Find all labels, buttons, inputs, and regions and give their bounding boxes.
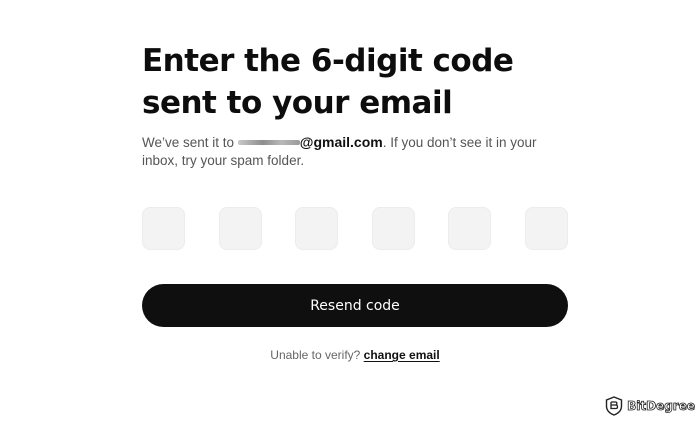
email-domain: @gmail.com [299, 134, 383, 150]
watermark-brand: BitDegree [627, 399, 696, 414]
code-digit-2[interactable] [218, 207, 262, 250]
page-title-line1: Enter the 6-digit code [142, 43, 514, 79]
code-digit-3[interactable] [295, 207, 339, 250]
redacted-email-username [237, 139, 300, 145]
bitdegree-watermark: BitDegree [605, 396, 695, 416]
page-title: Enter the 6-digit code sent to your emai… [142, 40, 568, 124]
resend-code-button[interactable]: Resend code [142, 284, 568, 327]
page-title-line2: sent to your email [142, 85, 453, 121]
code-input-group [142, 207, 568, 250]
change-email-link[interactable]: change email [364, 348, 440, 362]
unable-to-verify-text: Unable to verify? change email [142, 348, 568, 362]
verification-panel: Enter the 6-digit code sent to your emai… [142, 40, 568, 362]
instructions-prefix: We’ve sent it to [142, 135, 238, 150]
code-digit-4[interactable] [371, 207, 415, 250]
unable-prompt: Unable to verify? [270, 348, 364, 362]
instructions-text: We’ve sent it to @gmail.com. If you don’… [142, 133, 568, 170]
code-digit-5[interactable] [448, 207, 492, 250]
code-digit-1[interactable] [142, 207, 185, 250]
code-digit-6[interactable] [524, 207, 568, 250]
bitdegree-shield-icon [605, 396, 623, 416]
